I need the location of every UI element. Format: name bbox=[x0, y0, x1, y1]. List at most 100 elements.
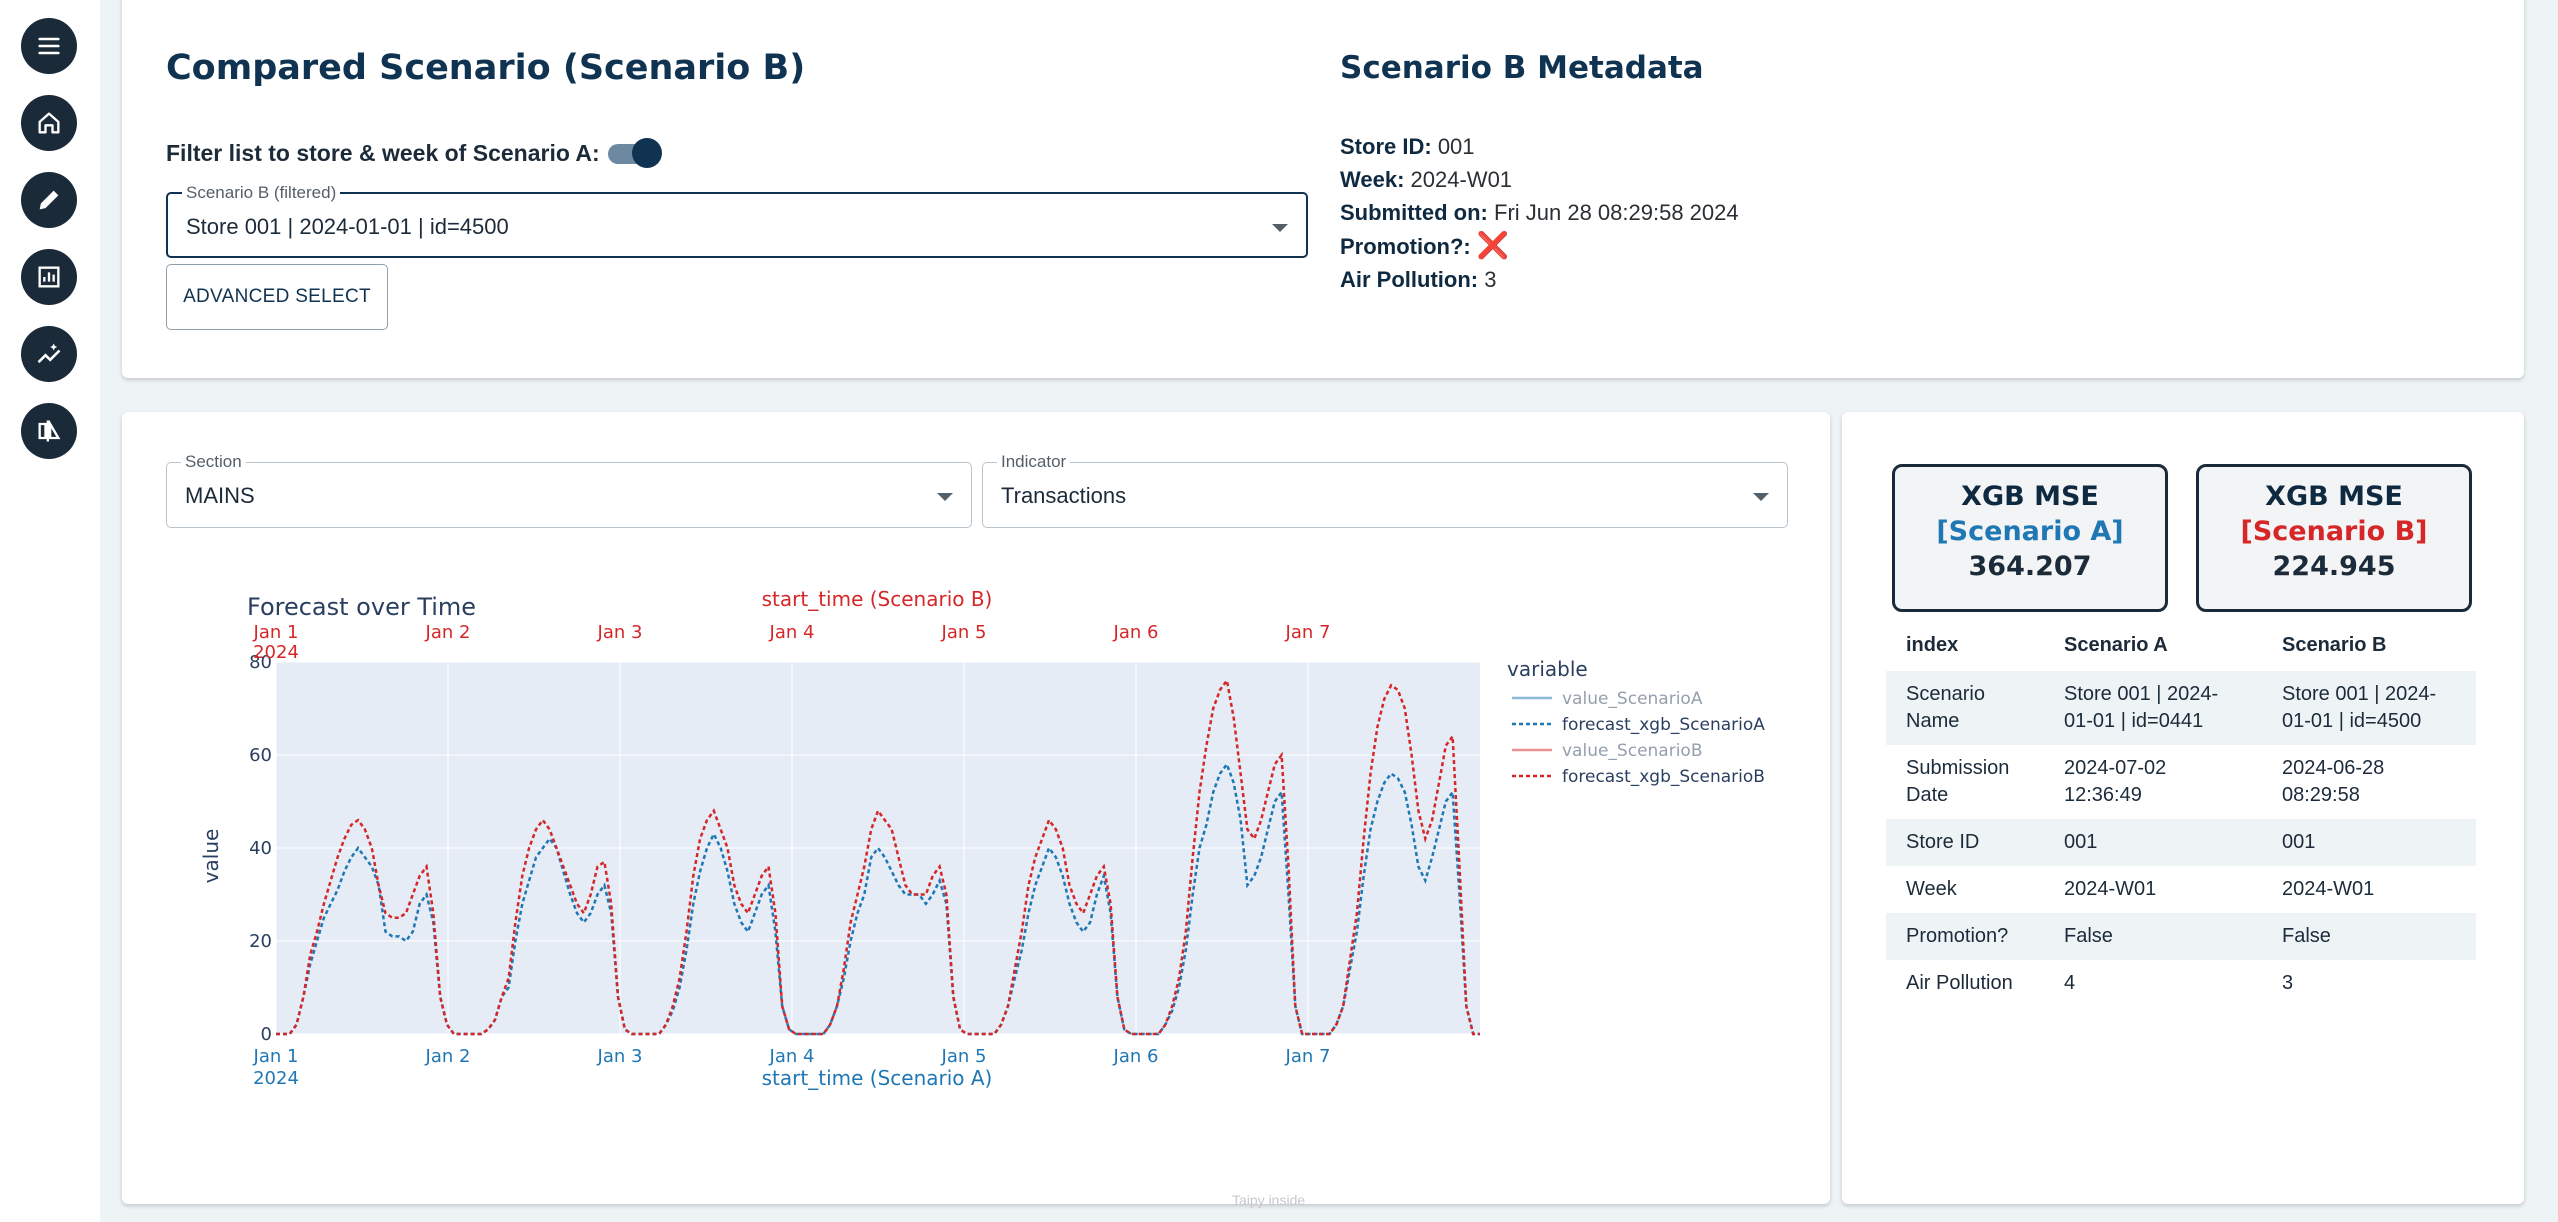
x-tick-label-top: Jan 6 bbox=[1113, 622, 1159, 643]
x-tick-label-top: Jan 4 bbox=[769, 622, 815, 643]
table-cell: Store 001 | 2024-01-01 | id=4500 bbox=[2262, 671, 2476, 745]
x-axis-bottom-title: start_time (Scenario A) bbox=[762, 1066, 993, 1090]
table-cell: 4 bbox=[2064, 972, 2076, 994]
mse-scenario-a-box: XGB MSE [Scenario A] 364.207 bbox=[1892, 464, 2168, 612]
mse-scenario-b-box: XGB MSE [Scenario B] 224.945 bbox=[2196, 464, 2472, 612]
table-row: Promotion? False False bbox=[1886, 913, 2476, 960]
mse-scenario-a-value: 364.207 bbox=[1968, 551, 2092, 582]
x-tick-year-top: 2024 bbox=[253, 642, 299, 663]
legend-item-label: value_ScenarioB bbox=[1562, 741, 1703, 761]
chevron-down-icon bbox=[1753, 493, 1769, 501]
section-select-label: Section bbox=[181, 452, 246, 472]
taipy-watermark: Taipy inside bbox=[1232, 1192, 1306, 1208]
filter-label: Filter list to store & week of Scenario … bbox=[166, 140, 600, 166]
filter-row: Filter list to store & week of Scenario … bbox=[166, 137, 662, 168]
table-cell: Submission Date bbox=[1906, 757, 2010, 806]
chevron-down-icon bbox=[1272, 224, 1288, 232]
indicator-select-label: Indicator bbox=[997, 452, 1071, 472]
table-cell: Week bbox=[1906, 878, 1957, 900]
table-cell: 2024-06-28 08:29:58 bbox=[2282, 757, 2385, 806]
advanced-select-button[interactable]: ADVANCED SELECT bbox=[166, 264, 388, 330]
table-header-row: index Scenario A Scenario B bbox=[1886, 620, 2476, 671]
toggle-knob bbox=[631, 137, 662, 168]
table-cell: 2024-W01 bbox=[2282, 878, 2375, 900]
table-cell: Promotion? bbox=[1886, 913, 2044, 960]
x-tick-label-top: Jan 5 bbox=[941, 622, 987, 643]
table-cell: 001 bbox=[2044, 819, 2262, 866]
scenario-b-card: Compared Scenario (Scenario B) Filter li… bbox=[122, 0, 2524, 378]
filter-toggle[interactable] bbox=[607, 137, 662, 168]
metadata-store-id: Store ID: 001 bbox=[1340, 134, 1475, 159]
table-row: Store ID 001 001 bbox=[1886, 819, 2476, 866]
x-tick-label-bottom: Jan 2 bbox=[425, 1046, 471, 1067]
table-cell: False bbox=[2262, 913, 2476, 960]
metadata-list: Store ID: 001 Week: 2024-W01 Submitted o… bbox=[1340, 130, 1739, 296]
nav-compare-button[interactable] bbox=[21, 403, 77, 459]
mse-scenario-b-label: [Scenario B] bbox=[2240, 516, 2428, 547]
y-tick-label: 20 bbox=[249, 931, 272, 952]
indicator-select[interactable]: Indicator Transactions bbox=[982, 452, 1788, 528]
legend-item-label: value_ScenarioA bbox=[1562, 689, 1703, 709]
comparison-table: index Scenario A Scenario B Scenario Nam… bbox=[1886, 620, 2476, 1007]
y-tick-label: 0 bbox=[261, 1024, 272, 1045]
chart-card: Section MAINS Indicator Transactions For… bbox=[122, 412, 1830, 1204]
legend-item-label: forecast_xgb_ScenarioA bbox=[1562, 715, 1765, 735]
scenario-b-select-label: Scenario B (filtered) bbox=[182, 183, 341, 203]
x-tick-label-bottom: Jan 7 bbox=[1285, 1046, 1331, 1067]
menu-icon bbox=[38, 37, 60, 55]
section-select-value: MAINS bbox=[185, 483, 255, 508]
table-cell: False bbox=[2044, 913, 2262, 960]
table-cell: Scenario Name bbox=[1886, 671, 2044, 745]
table-cell: Store 001 | 2024-01-01 | id=0441 bbox=[2044, 671, 2262, 745]
table-header: Scenario A bbox=[2064, 634, 2168, 656]
table-cell: 3 bbox=[2282, 972, 2294, 994]
mse-label: XGB MSE bbox=[1961, 481, 2099, 512]
nav-home-button[interactable] bbox=[21, 95, 77, 151]
table-cell: 2024-W01 bbox=[2064, 878, 2157, 900]
x-tick-label-top: Jan 2 bbox=[425, 622, 471, 643]
menu-button[interactable] bbox=[21, 18, 77, 74]
y-axis-ticks: 020406080 bbox=[249, 652, 272, 1045]
sidebar bbox=[0, 0, 100, 1222]
mse-scenario-a-label: [Scenario A] bbox=[1936, 516, 2124, 547]
legend[interactable]: variable value_ScenarioA forecast_xgb_Sce… bbox=[1507, 657, 1765, 787]
y-tick-label: 40 bbox=[249, 838, 272, 859]
nav-analytics-button[interactable] bbox=[21, 326, 77, 382]
x-tick-label-bottom: Jan 3 bbox=[597, 1046, 643, 1067]
table-cell: Store ID bbox=[1886, 819, 2044, 866]
pencil-icon bbox=[39, 190, 59, 210]
table-cell: 001 bbox=[2262, 819, 2476, 866]
metadata-promotion: Promotion?: ❌ bbox=[1340, 230, 1510, 260]
x-tick-label-bottom: Jan 1 bbox=[253, 1046, 299, 1067]
compare-icon bbox=[38, 419, 61, 442]
forecast-chart[interactable]: Forecast over Time start_time (Scenario … bbox=[122, 562, 1830, 1162]
x-tick-label-top: Jan 7 bbox=[1285, 622, 1331, 643]
x-tick-label-top: Jan 3 bbox=[597, 622, 643, 643]
table-row: Air Pollution 4 3 bbox=[1886, 960, 2476, 1007]
metadata-title: Scenario B Metadata bbox=[1340, 50, 1704, 86]
scenario-b-select-value: Store 001 | 2024-01-01 | id=4500 bbox=[186, 214, 509, 239]
table-header: index bbox=[1906, 634, 1959, 656]
scenario-b-select[interactable]: Scenario B (filtered) Store 001 | 2024-0… bbox=[166, 183, 1308, 258]
mse-scenario-b-value: 224.945 bbox=[2272, 551, 2396, 582]
x-axis-top-title: start_time (Scenario B) bbox=[762, 587, 993, 611]
nav-edit-button[interactable] bbox=[21, 172, 77, 228]
metadata-air-pollution: Air Pollution: 3 bbox=[1340, 267, 1497, 292]
section-select[interactable]: Section MAINS bbox=[166, 452, 972, 528]
indicator-select-value: Transactions bbox=[1001, 483, 1127, 508]
table-row: Scenario Name Store 001 | 2024-01-01 | i… bbox=[1886, 671, 2476, 745]
cross-icon: ❌ bbox=[1476, 230, 1510, 260]
y-tick-label: 60 bbox=[249, 745, 272, 766]
sparkle-chart-icon bbox=[37, 343, 61, 364]
metadata-submitted: Submitted on: Fri Jun 28 08:29:58 2024 bbox=[1340, 200, 1739, 225]
chart-title: Forecast over Time bbox=[247, 593, 476, 621]
table-cell: Air Pollution bbox=[1906, 972, 2013, 994]
mse-label: XGB MSE bbox=[2265, 481, 2403, 512]
chevron-down-icon bbox=[937, 493, 953, 501]
x-tick-label-bottom: Jan 6 bbox=[1113, 1046, 1159, 1067]
report-icon bbox=[38, 266, 60, 288]
nav-report-button[interactable] bbox=[21, 249, 77, 305]
x-tick-label-bottom: Jan 4 bbox=[769, 1046, 815, 1067]
legend-item-label: forecast_xgb_ScenarioB bbox=[1562, 767, 1765, 787]
table-cell: 2024-07-02 12:36:49 bbox=[2064, 757, 2167, 806]
